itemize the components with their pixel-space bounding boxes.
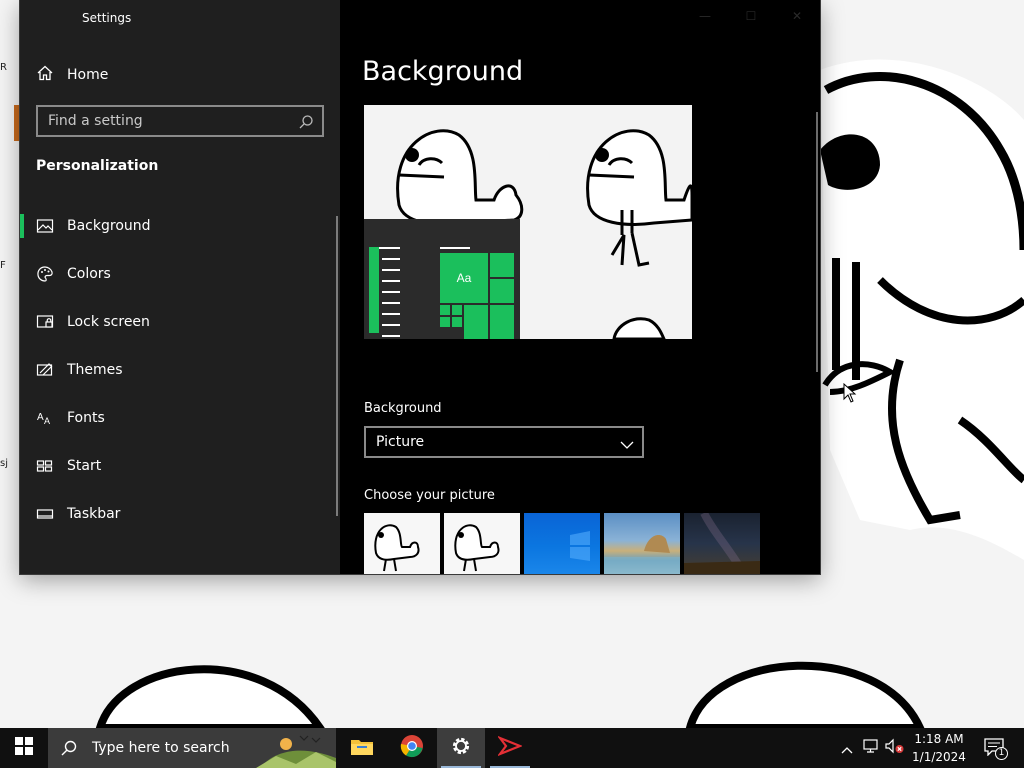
nav-label: Taskbar xyxy=(67,506,121,522)
close-button[interactable]: ✕ xyxy=(774,0,820,32)
picture-thumbnail-night-sky[interactable] xyxy=(684,513,760,574)
notification-icon: 1 xyxy=(984,738,1008,760)
themes-icon xyxy=(36,361,54,379)
desktop-icon-fragment[interactable]: sj xyxy=(0,456,22,469)
nav-label: Colors xyxy=(67,266,111,282)
desktop-icon-fragment[interactable]: F xyxy=(0,258,22,271)
gear-icon xyxy=(450,735,472,761)
page-title: Background xyxy=(362,56,524,87)
media-app-icon xyxy=(496,735,523,760)
taskbar-app-media[interactable] xyxy=(486,728,534,768)
personalization-nav-list: Background Colors Lock screen Themes A A… xyxy=(20,202,338,538)
background-preview: Aa xyxy=(364,105,692,339)
nav-item-start[interactable]: Start xyxy=(20,442,338,490)
taskbar-app-chrome[interactable] xyxy=(388,728,436,768)
picture-thumbnail-windows[interactable] xyxy=(524,513,600,574)
nav-item-background[interactable]: Background xyxy=(20,202,338,250)
nav-label: Start xyxy=(67,458,102,474)
nav-label: Lock screen xyxy=(67,314,150,330)
background-type-value: Picture xyxy=(376,434,425,450)
settings-search-box[interactable] xyxy=(36,105,324,137)
background-type-dropdown[interactable]: Picture xyxy=(364,426,644,458)
search-icon[interactable] xyxy=(298,114,314,134)
window-title: Settings xyxy=(82,11,132,25)
sidebar-scrollbar[interactable] xyxy=(336,216,338,516)
nav-item-fonts[interactable]: AA Fonts xyxy=(20,394,338,442)
start-icon xyxy=(36,457,54,475)
chevron-down-icon xyxy=(620,436,634,455)
nav-label: Background xyxy=(67,218,151,234)
action-center-button[interactable]: 1 xyxy=(980,728,1010,768)
volume-tray-button[interactable] xyxy=(884,728,906,768)
theme-preview-mock: Aa xyxy=(364,219,520,339)
find-setting-input[interactable] xyxy=(48,113,288,129)
settings-sidebar: Home Personalization Background Colors xyxy=(20,0,340,574)
choose-picture-label: Choose your picture xyxy=(364,488,495,503)
taskbar: Type here to search 1:18 AM 1/1/2024 1 xyxy=(0,728,1024,768)
taskbar-icon xyxy=(36,505,54,523)
lock-screen-icon xyxy=(36,313,54,331)
network-tray-button[interactable] xyxy=(860,728,882,768)
svg-text:A: A xyxy=(44,416,50,426)
home-icon xyxy=(36,64,54,86)
nav-label: Themes xyxy=(67,362,123,378)
taskbar-app-file-explorer[interactable] xyxy=(338,728,386,768)
clock-time: 1:18 AM xyxy=(914,732,964,746)
clock-date: 1/1/2024 xyxy=(912,750,966,764)
maximize-button[interactable]: ☐ xyxy=(728,0,774,32)
settings-window: Home Personalization Background Colors xyxy=(20,0,820,574)
palette-icon xyxy=(36,265,54,283)
nav-item-lock-screen[interactable]: Lock screen xyxy=(20,298,338,346)
taskbar-search-box[interactable]: Type here to search xyxy=(48,728,336,768)
minimize-button[interactable]: — xyxy=(682,0,728,32)
svg-text:A: A xyxy=(37,412,44,423)
volume-muted-icon xyxy=(885,738,905,758)
picture-thumbnail-duck-1[interactable] xyxy=(364,513,440,574)
notification-count-badge: 1 xyxy=(995,747,1008,760)
network-icon xyxy=(862,738,880,758)
taskbar-app-settings[interactable] xyxy=(437,728,485,768)
main-scrollbar[interactable] xyxy=(816,112,818,372)
fonts-icon: AA xyxy=(36,409,54,427)
start-button[interactable] xyxy=(0,728,48,768)
picture-thumbnail-beach[interactable] xyxy=(604,513,680,574)
folder-icon xyxy=(350,736,374,760)
window-titlebar[interactable]: Settings — ☐ ✕ xyxy=(20,0,820,36)
chevron-up-icon xyxy=(841,739,853,758)
search-icon xyxy=(60,739,78,757)
desktop-icon-fragment[interactable]: R xyxy=(0,60,22,73)
window-controls: — ☐ ✕ xyxy=(682,0,820,32)
picture-thumbnails xyxy=(364,513,760,574)
picture-icon xyxy=(36,217,54,235)
show-hidden-icons-button[interactable] xyxy=(838,728,856,768)
search-highlight-illustration xyxy=(256,728,336,768)
nav-item-taskbar[interactable]: Taskbar xyxy=(20,490,338,538)
section-title-personalization: Personalization xyxy=(36,158,159,174)
picture-thumbnail-duck-2[interactable] xyxy=(444,513,520,574)
taskbar-clock[interactable]: 1:18 AM 1/1/2024 xyxy=(906,730,972,766)
home-nav-item[interactable]: Home xyxy=(36,62,108,88)
background-type-label: Background xyxy=(364,401,442,416)
windows-logo-icon xyxy=(15,737,33,759)
nav-item-colors[interactable]: Colors xyxy=(20,250,338,298)
nav-label: Fonts xyxy=(67,410,105,426)
mouse-cursor-icon xyxy=(843,382,857,407)
nav-item-themes[interactable]: Themes xyxy=(20,346,338,394)
chrome-icon xyxy=(400,734,424,762)
taskbar-search-text: Type here to search xyxy=(92,740,230,756)
settings-main-pane: Background Aa Background Picture Choose … xyxy=(340,0,820,574)
home-label: Home xyxy=(67,67,109,83)
preview-sample-text: Aa xyxy=(456,271,472,285)
